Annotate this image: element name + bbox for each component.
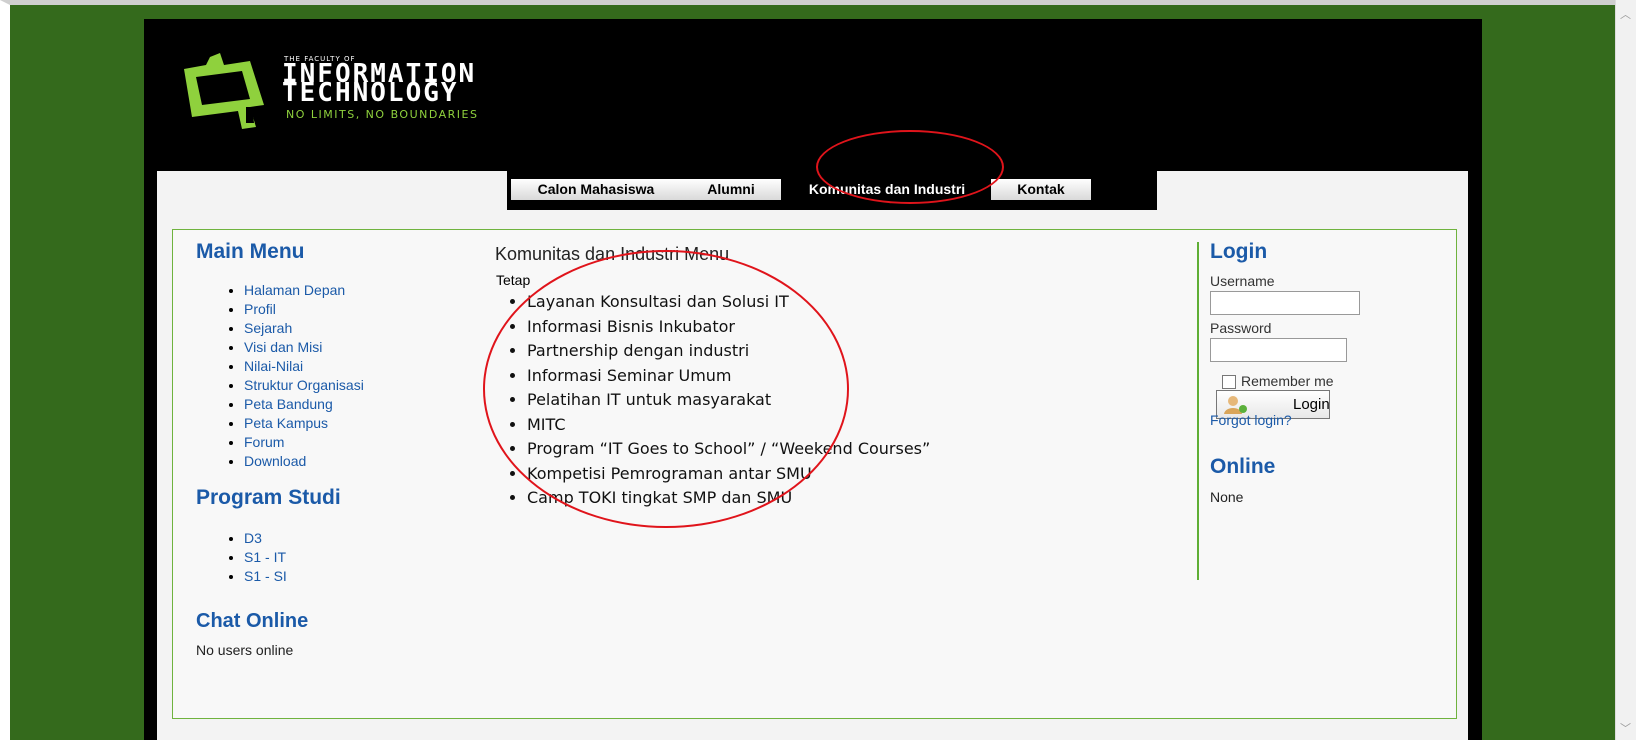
logo-title-line2: TECHNOLOGY — [282, 78, 459, 108]
username-input[interactable] — [1210, 291, 1360, 315]
program-item[interactable]: S1 - IT — [244, 548, 287, 567]
logo-icon — [184, 53, 264, 129]
main-menu-item[interactable]: Peta Kampus — [244, 414, 364, 433]
chat-status: No users online — [196, 642, 294, 658]
main-menu-title: Main Menu — [196, 240, 305, 263]
forgot-login-link[interactable]: Forgot login? — [1210, 412, 1292, 428]
nav-calon-mahasiswa[interactable]: Calon Mahasiswa — [511, 179, 681, 200]
site-header: THE FACULTY OF INFORMATION TECHNOLOGY NO… — [144, 19, 1482, 191]
main-menu-item[interactable]: Sejarah — [244, 319, 364, 338]
main-menu-item[interactable]: Peta Bandung — [244, 395, 364, 414]
nav-kontak[interactable]: Kontak — [991, 179, 1091, 200]
username-label: Username — [1210, 273, 1275, 289]
online-title: Online — [1210, 455, 1276, 478]
main-menu-item[interactable]: Struktur Organisasi — [244, 376, 364, 395]
content-panel: Main Menu Halaman Depan Profil Sejarah V… — [172, 229, 1457, 719]
program-item[interactable]: S1 - SI — [244, 567, 287, 586]
remember-me-label: Remember me — [1241, 373, 1334, 389]
scroll-up-icon[interactable]: ︿ — [1620, 6, 1631, 22]
column-divider — [1197, 242, 1199, 580]
section-subtitle: Tetap — [496, 272, 531, 288]
main-menu-item[interactable]: Profil — [244, 300, 364, 319]
chat-online-title: Chat Online — [196, 610, 309, 632]
main-menu-item[interactable]: Download — [244, 452, 364, 471]
main-menu-item[interactable]: Nilai-Nilai — [244, 357, 364, 376]
main-menu-item[interactable]: Visi dan Misi — [244, 338, 364, 357]
password-label: Password — [1210, 320, 1272, 336]
online-value: None — [1210, 489, 1244, 505]
main-menu-item[interactable]: Forum — [244, 433, 364, 452]
logo-tagline: NO LIMITS, NO BOUNDARIES — [286, 108, 479, 121]
vertical-scrollbar[interactable]: ︿ ﹀ — [1615, 0, 1636, 740]
program-studi-title: Program Studi — [196, 486, 341, 509]
main-menu-list: Halaman Depan Profil Sejarah Visi dan Mi… — [222, 281, 364, 471]
annotation-ellipse-nav — [816, 130, 1004, 204]
main-menu-item[interactable]: Halaman Depan — [244, 281, 364, 300]
program-list: D3 S1 - IT S1 - SI — [222, 529, 287, 586]
nav-alumni[interactable]: Alumni — [681, 179, 781, 200]
login-title: Login — [1210, 240, 1268, 263]
scroll-down-icon[interactable]: ﹀ — [1620, 720, 1631, 736]
login-button-label: Login — [1293, 396, 1330, 413]
program-item[interactable]: D3 — [244, 529, 287, 548]
annotation-ellipse-list — [483, 250, 849, 528]
password-input[interactable] — [1210, 338, 1347, 362]
remember-me-checkbox[interactable] — [1222, 375, 1236, 389]
